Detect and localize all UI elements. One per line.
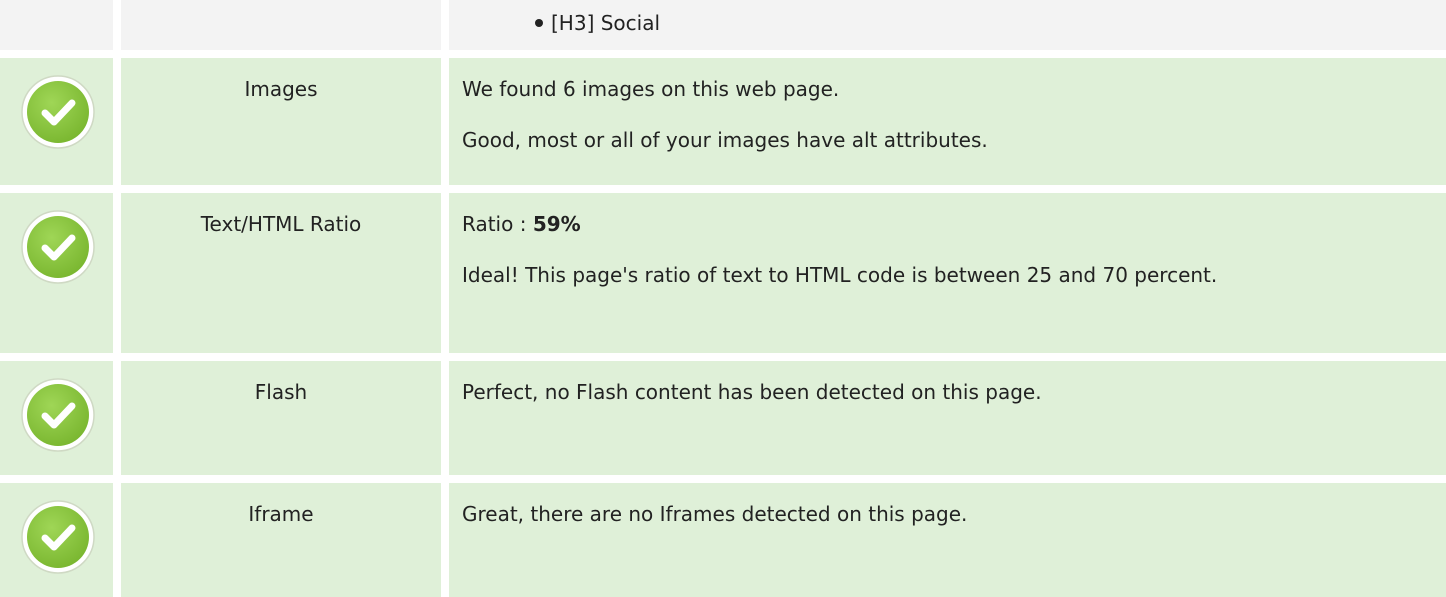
headings-status-cell: [0, 0, 113, 50]
flash-content-cell: Perfect, no Flash content has been detec…: [449, 361, 1446, 475]
bullet-icon: [535, 18, 543, 27]
ratio-prefix: Ratio :: [462, 212, 533, 236]
images-count-text: We found 6 images on this web page.: [462, 77, 840, 101]
ratio-value: 59%: [532, 212, 581, 236]
check-circle-icon: [21, 500, 95, 574]
iframe-status-cell: [0, 483, 113, 597]
images-alt-text: Good, most or all of your images have al…: [462, 128, 988, 152]
flash-description: Perfect, no Flash content has been detec…: [462, 380, 1042, 404]
iframe-row: Iframe Great, there are no Iframes detec…: [0, 483, 1446, 597]
flash-row: Flash Perfect, no Flash content has been…: [0, 361, 1446, 475]
ratio-label-cell: Text/HTML Ratio: [121, 193, 441, 353]
iframe-label-cell: Iframe: [121, 483, 441, 597]
row-label: Iframe: [248, 502, 314, 526]
check-circle-icon: [21, 75, 95, 149]
ratio-content-cell: Ratio : 59% Ideal! This page's ratio of …: [449, 193, 1446, 353]
flash-status-cell: [0, 361, 113, 475]
ratio-description: Ideal! This page's ratio of text to HTML…: [462, 263, 1218, 287]
check-circle-icon: [21, 378, 95, 452]
row-label: Text/HTML Ratio: [200, 212, 362, 236]
text-html-ratio-row: Text/HTML Ratio Ratio : 59% Ideal! This …: [0, 193, 1446, 353]
ratio-line: Ratio : 59%: [462, 210, 1426, 238]
row-label: Images: [244, 77, 318, 101]
headings-row: [H3] Social: [0, 0, 1446, 50]
images-label-cell: Images: [121, 58, 441, 185]
heading-list-item-text: [H3] Social: [551, 11, 661, 35]
images-content-cell: We found 6 images on this web page. Good…: [449, 58, 1446, 185]
images-status-cell: [0, 58, 113, 185]
iframe-content-cell: Great, there are no Iframes detected on …: [449, 483, 1446, 597]
row-label: Flash: [254, 380, 308, 404]
flash-label-cell: Flash: [121, 361, 441, 475]
headings-content-cell: [H3] Social: [449, 0, 1446, 50]
headings-label-cell: [121, 0, 441, 50]
heading-list-item: [H3] Social: [535, 9, 660, 37]
images-row: Images We found 6 images on this web pag…: [0, 58, 1446, 185]
check-circle-icon: [21, 210, 95, 284]
ratio-status-cell: [0, 193, 113, 353]
iframe-description: Great, there are no Iframes detected on …: [462, 502, 968, 526]
